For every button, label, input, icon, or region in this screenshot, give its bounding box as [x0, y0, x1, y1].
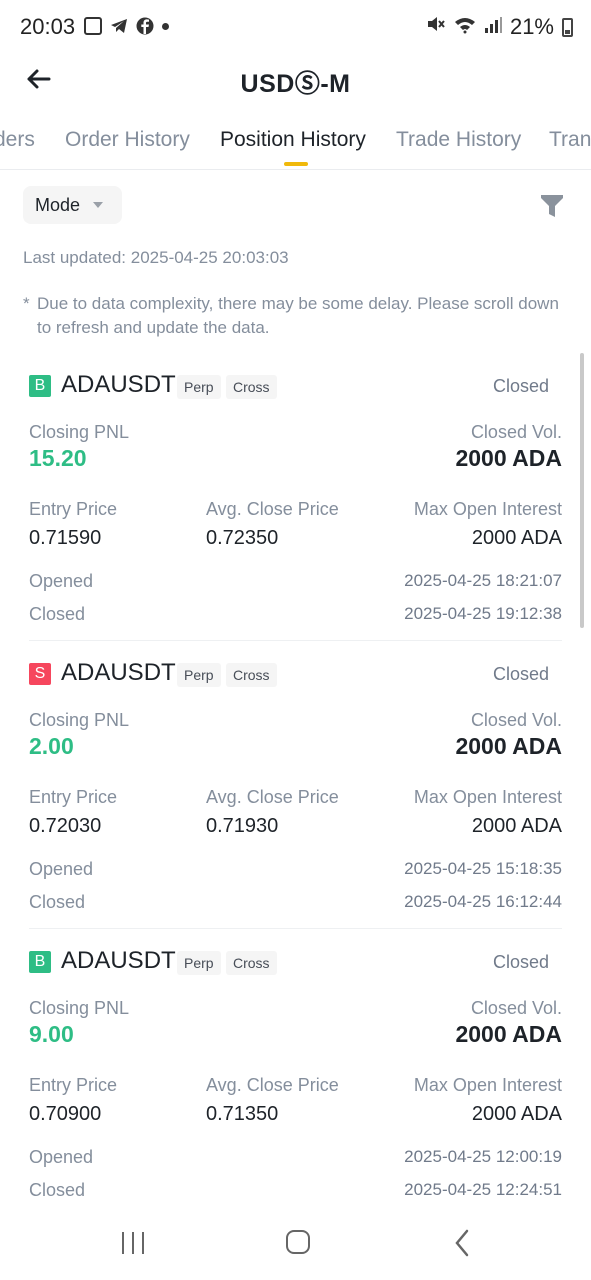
closing-pnl-label: Closing PNL	[29, 998, 130, 1018]
tag-perp: Perp	[177, 375, 221, 399]
facebook-icon	[136, 17, 154, 35]
symbol: ADAUSDT	[61, 659, 176, 686]
tag-cross: Cross	[226, 663, 277, 687]
entry-price-value: 0.72030	[29, 815, 102, 837]
avg-close-price-label: Avg. Close Price	[206, 1075, 339, 1095]
closing-pnl-label: Closing PNL	[29, 710, 130, 730]
battery-icon	[562, 17, 573, 37]
side-badge-buy: B	[29, 375, 51, 397]
opened-label: Opened	[29, 859, 94, 879]
max-open-interest-value: 2000 ADA	[471, 1103, 562, 1125]
closed-label: Closed	[29, 892, 86, 912]
opened-time: 2025-04-25 18:21:07	[404, 571, 562, 590]
recent-apps-button[interactable]	[120, 1230, 146, 1256]
mode-label: Mode	[35, 195, 81, 215]
opened-time: 2025-04-25 12:00:19	[404, 1147, 562, 1166]
signal-icon	[484, 14, 502, 40]
avg-close-price-value: 0.72350	[206, 527, 279, 549]
opened-time: 2025-04-25 15:18:35	[404, 859, 562, 878]
closed-vol-label: Closed Vol.	[470, 710, 562, 730]
battery-percent: 21%	[509, 14, 554, 39]
closed-time: 2025-04-25 19:12:38	[404, 604, 562, 623]
tab-trade-history[interactable]: Trade History	[396, 128, 521, 152]
avg-close-price-value: 0.71350	[206, 1103, 279, 1125]
closed-vol-value: 2000 ADA	[455, 1021, 562, 1047]
status-bar: 20:03 21%	[0, 0, 591, 56]
tab-transaction-history[interactable]: Tran	[549, 128, 591, 152]
notification-icons	[84, 17, 169, 35]
delay-notice: * Due to data complexity, there may be s…	[23, 292, 571, 340]
tag-perp: Perp	[177, 951, 221, 975]
position-status: Closed	[492, 376, 549, 396]
closing-pnl-value: 2.00	[29, 733, 74, 759]
opened-label: Opened	[29, 571, 94, 591]
mute-icon	[426, 14, 446, 40]
caret-down-icon	[93, 202, 103, 208]
filter-icon	[541, 195, 563, 217]
max-open-interest-value: 2000 ADA	[471, 527, 562, 549]
closed-label: Closed	[29, 604, 86, 624]
system-back-button[interactable]	[452, 1228, 472, 1258]
tag-perp: Perp	[177, 663, 221, 687]
tab-position-history[interactable]: Position History	[220, 128, 366, 152]
max-open-interest-label: Max Open Interest	[413, 787, 562, 807]
side-badge-buy: B	[29, 951, 51, 973]
avg-close-price-label: Avg. Close Price	[206, 787, 339, 807]
symbol: ADAUSDT	[61, 371, 176, 398]
tag-cross: Cross	[226, 951, 277, 975]
page-title: USDⓈ-M	[240, 70, 351, 98]
telegram-icon	[110, 17, 128, 35]
closing-pnl-value: 9.00	[29, 1021, 74, 1047]
entry-price-label: Entry Price	[29, 1075, 118, 1095]
opened-label: Opened	[29, 1147, 94, 1167]
home-button[interactable]	[286, 1230, 310, 1254]
history-tabs: ders Order History Position History Trad…	[0, 112, 591, 170]
tag-cross: Cross	[226, 375, 277, 399]
more-notifications-icon	[162, 22, 169, 30]
closed-time: 2025-04-25 16:12:44	[404, 892, 562, 911]
closed-vol-value: 2000 ADA	[455, 733, 562, 759]
closing-pnl-label: Closing PNL	[29, 422, 130, 442]
filter-button[interactable]	[541, 193, 563, 219]
last-updated-text: Last updated: 2025-04-25 20:03:03	[23, 248, 289, 267]
position-card[interactable]: B ADAUSDT Perp Cross Closed Closing PNL …	[29, 929, 562, 1217]
mode-dropdown[interactable]: Mode	[23, 186, 122, 224]
position-card[interactable]: B ADAUSDT Perp Cross Closed Closing PNL …	[29, 353, 562, 641]
closed-vol-label: Closed Vol.	[470, 998, 562, 1018]
side-badge-sell: S	[29, 663, 51, 685]
entry-price-value: 0.70900	[29, 1103, 102, 1125]
position-status: Closed	[492, 664, 549, 684]
system-nav-bar	[0, 1212, 591, 1280]
wifi-icon	[454, 14, 476, 40]
gallery-icon	[84, 17, 102, 35]
tab-open-orders[interactable]: ders	[0, 128, 35, 152]
avg-close-price-label: Avg. Close Price	[206, 499, 339, 519]
closed-time: 2025-04-25 12:24:51	[404, 1180, 562, 1199]
scrollbar[interactable]	[580, 353, 584, 628]
active-tab-indicator	[284, 162, 308, 166]
notice-text: Due to data complexity, there may be som…	[37, 294, 559, 337]
entry-price-label: Entry Price	[29, 499, 118, 519]
closed-vol-value: 2000 ADA	[455, 445, 562, 471]
chevron-left-icon	[455, 1229, 469, 1257]
avg-close-price-value: 0.71930	[206, 815, 279, 837]
status-time: 20:03	[20, 14, 76, 39]
max-open-interest-label: Max Open Interest	[413, 1075, 562, 1095]
closed-label: Closed	[29, 1180, 86, 1200]
max-open-interest-label: Max Open Interest	[413, 499, 562, 519]
position-status: Closed	[492, 952, 549, 972]
max-open-interest-value: 2000 ADA	[471, 815, 562, 837]
closed-vol-label: Closed Vol.	[470, 422, 562, 442]
tab-order-history[interactable]: Order History	[65, 128, 190, 152]
notice-asterisk: *	[23, 294, 30, 313]
system-icons: 21%	[426, 14, 573, 40]
app-header: USDⓈ-M	[0, 56, 591, 112]
position-card[interactable]: S ADAUSDT Perp Cross Closed Closing PNL …	[29, 641, 562, 929]
entry-price-value: 0.71590	[29, 527, 102, 549]
entry-price-label: Entry Price	[29, 787, 118, 807]
symbol: ADAUSDT	[61, 947, 176, 974]
closing-pnl-value: 15.20	[29, 445, 87, 471]
